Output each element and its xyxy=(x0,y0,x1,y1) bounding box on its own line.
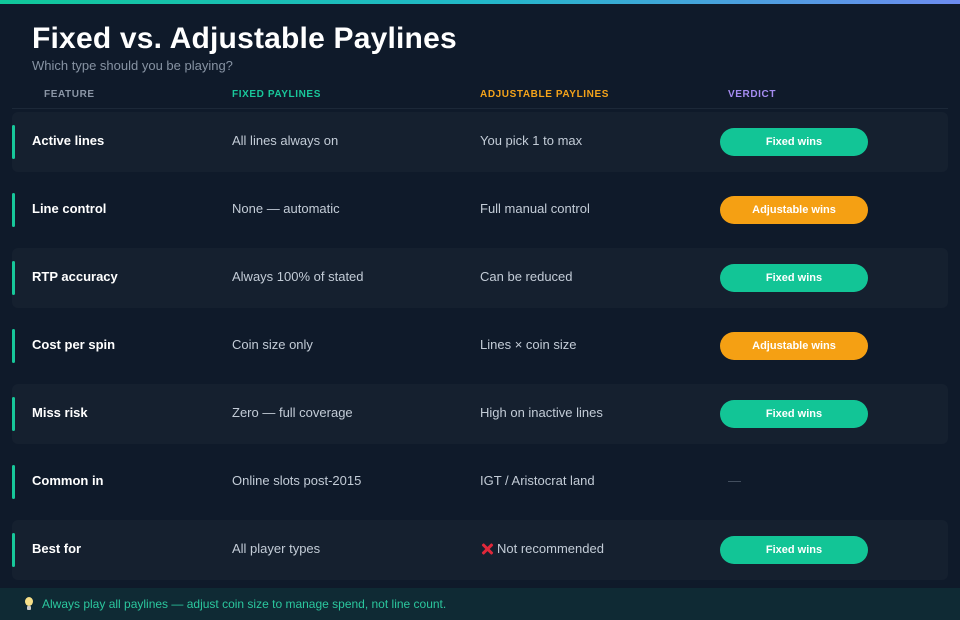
verdict-badge-fixed: Fixed wins xyxy=(720,128,868,156)
table-row: Common in Online slots post-2015 IGT / A… xyxy=(12,452,948,512)
row-feature: RTP accuracy xyxy=(32,269,118,284)
row-adjustable-text: You pick 1 to max xyxy=(480,133,583,148)
table-row: Active lines All lines always on You pic… xyxy=(12,112,948,172)
column-header-feature: FEATURE xyxy=(44,89,95,100)
row-accent xyxy=(12,465,15,499)
row-adjustable-text: Not recommended xyxy=(497,541,604,556)
row-accent xyxy=(12,533,15,567)
top-accent-bar xyxy=(0,0,960,4)
row-fixed-value: Zero — full coverage xyxy=(232,405,353,420)
row-accent xyxy=(12,397,15,431)
header-divider xyxy=(12,108,948,109)
row-feature: Line control xyxy=(32,201,107,216)
row-adjustable-value: Lines × coin size xyxy=(480,337,576,352)
row-adjustable-text: Can be reduced xyxy=(480,269,573,284)
row-feature: Cost per spin xyxy=(32,337,116,352)
verdict-none: — xyxy=(728,473,741,488)
row-adjustable-value: High on inactive lines xyxy=(480,405,603,420)
row-accent xyxy=(12,125,15,159)
verdict-badge-fixed: Fixed wins xyxy=(720,264,868,292)
row-adjustable-value: Full manual control xyxy=(480,201,590,216)
lightbulb-icon xyxy=(24,597,34,611)
row-adjustable-value: Can be reduced xyxy=(480,269,573,284)
verdict-badge-adjustable: Adjustable wins xyxy=(720,196,868,224)
verdict-badge-fixed: Fixed wins xyxy=(720,400,868,428)
row-feature: Best for xyxy=(32,541,82,556)
row-accent xyxy=(12,329,15,363)
row-fixed-value: All player types xyxy=(232,541,321,556)
table-row: Miss risk Zero — full coverage High on i… xyxy=(12,384,948,444)
table-row: Best for All player types Not recommende… xyxy=(12,520,948,580)
row-adjustable-value: IGT / Aristocrat land xyxy=(480,473,595,488)
row-adjustable-text: Lines × coin size xyxy=(480,337,577,352)
page-title: Fixed vs. Adjustable Paylines xyxy=(32,22,457,55)
column-header-verdict: VERDICT xyxy=(728,89,777,100)
row-fixed-value: Online slots post-2015 xyxy=(232,473,362,488)
row-fixed-value: Always 100% of stated xyxy=(232,269,364,284)
row-adjustable-value: You pick 1 to max xyxy=(480,133,582,148)
column-header-adjustable: ADJUSTABLE PAYLINES xyxy=(480,89,610,100)
row-adjustable-text: IGT / Aristocrat land xyxy=(480,473,595,488)
verdict-badge-adjustable: Adjustable wins xyxy=(720,332,868,360)
row-feature: Active lines xyxy=(32,133,105,148)
table-row: Cost per spin Coin size only Lines × coi… xyxy=(12,316,948,376)
table-row: Line control None — automatic Full manua… xyxy=(12,180,948,240)
row-fixed-value: All lines always on xyxy=(232,133,339,148)
header: Fixed vs. Adjustable Paylines Which type… xyxy=(32,22,457,73)
column-header-fixed: FIXED PAYLINES xyxy=(232,89,321,100)
page-subtitle: Which type should you be playing? xyxy=(32,58,233,73)
table-row: RTP accuracy Always 100% of stated Can b… xyxy=(12,248,948,308)
row-fixed-value: Coin size only xyxy=(232,337,313,352)
row-fixed-value: None — automatic xyxy=(232,201,340,216)
row-feature: Common in xyxy=(32,473,104,488)
row-accent xyxy=(12,193,15,227)
footer-text: Always play all paylines — adjust coin s… xyxy=(42,597,447,611)
footer-tip: Always play all paylines — adjust coin s… xyxy=(0,588,960,620)
verdict-badge-fixed: Fixed wins xyxy=(720,536,868,564)
row-feature: Miss risk xyxy=(32,405,88,420)
row-adjustable-value: Not recommended xyxy=(480,541,604,556)
row-accent xyxy=(12,261,15,295)
cross-mark-icon xyxy=(480,542,494,556)
row-adjustable-text: Full manual control xyxy=(480,201,590,216)
row-adjustable-text: High on inactive lines xyxy=(480,405,603,420)
